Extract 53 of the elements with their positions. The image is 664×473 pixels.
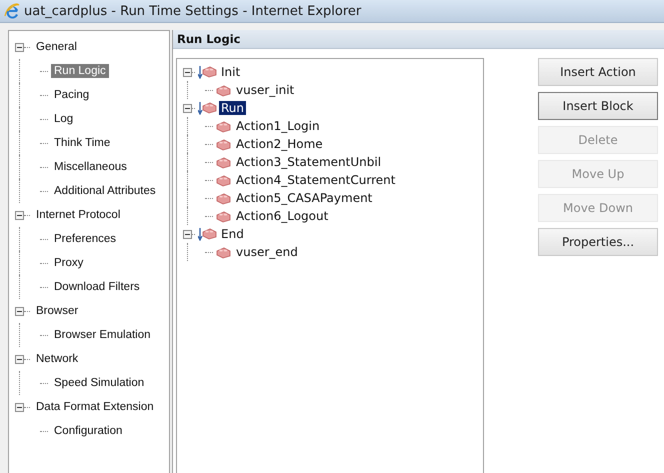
tree-item[interactable]: Browser (33, 304, 82, 318)
tree-item[interactable]: Configuration (51, 424, 126, 438)
brick-icon (216, 120, 231, 132)
collapse-icon[interactable] (15, 210, 24, 220)
tree-item[interactable]: Speed Simulation (51, 376, 148, 390)
tree-item[interactable]: Download Filters (51, 280, 143, 294)
tree-item[interactable]: Action1_Login (234, 119, 322, 133)
collapse-icon[interactable] (15, 402, 24, 412)
tree-item[interactable]: Action2_Home (234, 137, 325, 151)
tree-item[interactable]: Think Time (51, 136, 114, 150)
tree-item[interactable]: vuser_end (234, 245, 300, 259)
tree-item[interactable]: Log (51, 112, 76, 126)
tree-item[interactable]: Action5_CASAPayment (234, 191, 374, 205)
tree-item[interactable]: Preferences (51, 232, 120, 246)
arrow-brick-icon (198, 65, 217, 79)
tree-item[interactable]: Internet Protocol (33, 208, 124, 222)
tree-item[interactable]: Run Logic (51, 64, 109, 78)
tree-item[interactable]: Miscellaneous (51, 160, 130, 174)
panel-title: Run Logic (177, 32, 240, 46)
brick-icon (216, 138, 231, 150)
brick-icon (216, 246, 231, 258)
tree-item[interactable]: Action4_StatementCurrent (234, 173, 398, 187)
tree-item[interactable]: Proxy (51, 256, 86, 270)
collapse-icon[interactable] (15, 306, 24, 316)
tree-item[interactable]: Action6_Logout (234, 209, 330, 223)
window-title: uat_cardplus - Run Time Settings - Internet Explorer (24, 4, 362, 18)
arrow-brick-icon (198, 101, 217, 115)
tree-item[interactable]: Run (219, 101, 246, 115)
tree-item[interactable]: General (33, 40, 80, 54)
collapse-icon[interactable] (15, 354, 24, 364)
brick-icon (216, 84, 231, 96)
browser-logo-icon (4, 3, 20, 19)
tree-item[interactable]: Data Format Extension (33, 400, 157, 414)
tree-item[interactable]: End (219, 227, 246, 241)
action-button[interactable]: Properties... (538, 228, 658, 256)
brick-icon (216, 156, 231, 168)
brick-icon (216, 192, 231, 204)
tree-item[interactable]: Network (33, 352, 82, 366)
tree-item[interactable]: Browser Emulation (51, 328, 154, 342)
tree-item[interactable]: Init (219, 65, 242, 79)
tree-item[interactable]: Pacing (51, 88, 92, 102)
action-button[interactable]: Insert Action (538, 58, 658, 86)
collapse-icon[interactable] (15, 42, 24, 52)
tree-item[interactable]: vuser_init (234, 83, 296, 97)
arrow-brick-icon (198, 227, 217, 241)
action-button[interactable]: Insert Block (538, 92, 658, 120)
brick-icon (216, 174, 231, 186)
brick-icon (216, 210, 231, 222)
collapse-icon[interactable] (183, 230, 192, 238)
tree-item[interactable]: Additional Attributes (51, 184, 159, 198)
tree-item[interactable]: Action3_StatementUnbil (234, 155, 384, 169)
collapse-icon[interactable] (183, 68, 192, 76)
collapse-icon[interactable] (183, 104, 192, 112)
